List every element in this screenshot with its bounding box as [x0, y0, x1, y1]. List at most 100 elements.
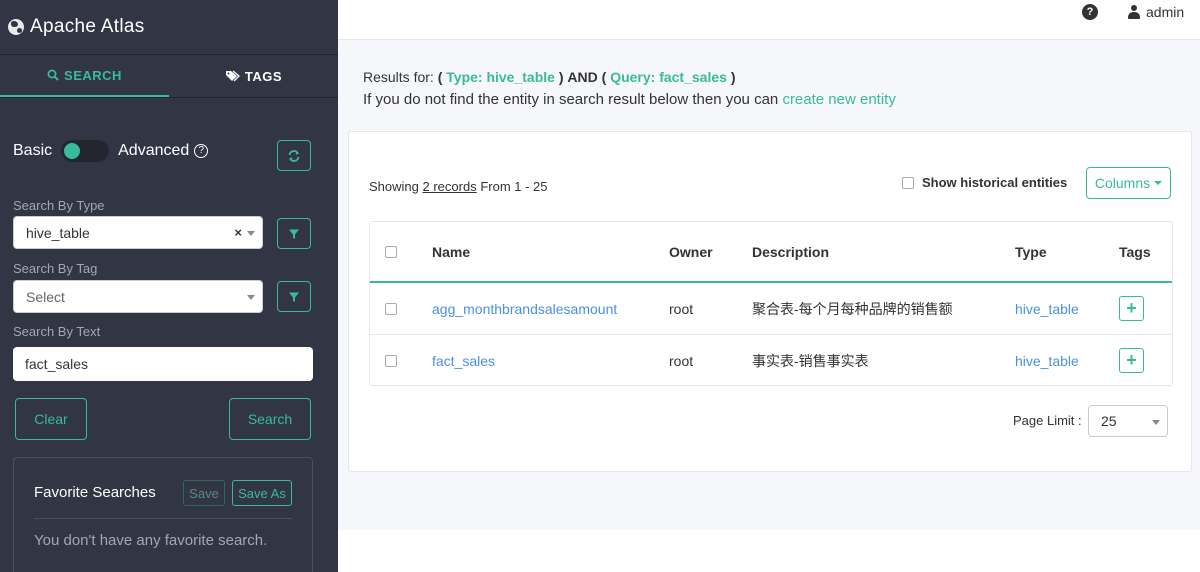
- sidebar: Apache Atlas SEARCH TAGS Basic Advanced …: [0, 0, 338, 572]
- question-icon[interactable]: ?: [194, 144, 209, 158]
- divider: [34, 518, 292, 519]
- entity-type-link[interactable]: hive_table: [1015, 335, 1079, 386]
- brand-logo[interactable]: Apache Atlas: [0, 0, 338, 55]
- tags-cell: +: [1119, 335, 1144, 386]
- type-query: Type: hive_table: [446, 69, 555, 85]
- advanced-label: Advanced: [118, 142, 190, 159]
- table-row: fact_sales root 事实表-销售事实表 hive_table +: [370, 335, 1172, 386]
- favorite-searches-title: Favorite Searches: [34, 484, 156, 501]
- tab-search-label: SEARCH: [64, 67, 122, 83]
- username: admin: [1146, 4, 1185, 20]
- tag-select[interactable]: Select: [13, 280, 263, 313]
- tab-search[interactable]: SEARCH: [0, 55, 169, 97]
- type-select[interactable]: hive_table ×: [13, 216, 263, 249]
- filter-icon: [289, 292, 299, 302]
- add-tag-button[interactable]: +: [1119, 348, 1144, 373]
- entity-name-link[interactable]: fact_sales: [432, 335, 495, 386]
- select-all-checkbox[interactable]: [385, 245, 397, 258]
- row-checkbox-cell: [385, 283, 397, 334]
- user-icon: [1128, 5, 1140, 19]
- row-checkbox[interactable]: [385, 302, 397, 315]
- search-icon: [47, 69, 59, 81]
- favorites-empty-text: You don't have any favorite search.: [34, 532, 268, 549]
- results-table: Name Owner Description Type Tags agg_mon…: [369, 221, 1173, 386]
- add-tag-button[interactable]: +: [1119, 296, 1144, 321]
- records-count-link[interactable]: 2 records: [423, 179, 477, 194]
- search-mode-toggle[interactable]: [61, 140, 110, 162]
- paren-open: (: [601, 69, 607, 85]
- content-footer-area: [338, 530, 1200, 572]
- favorite-searches-panel: Favorite Searches Save Save As You don't…: [13, 457, 313, 572]
- entity-description: 聚合表-每个月每种品牌的销售额: [752, 300, 953, 317]
- tab-tags-label: TAGS: [244, 68, 283, 84]
- type-select-value: hive_table: [26, 224, 90, 241]
- entity-name-link[interactable]: agg_monthbrandsalesamount: [432, 283, 617, 334]
- page-limit-value: 25: [1101, 413, 1117, 429]
- results-prefix: Results for:: [363, 69, 434, 85]
- globe-icon: [8, 19, 24, 35]
- and-operator: AND: [567, 69, 598, 85]
- search-by-tag-label: Search By Tag: [13, 261, 98, 276]
- save-favorite-button[interactable]: Save: [183, 480, 225, 506]
- header-type[interactable]: Type: [1015, 222, 1047, 281]
- basic-label: Basic: [13, 142, 53, 159]
- tab-tags[interactable]: TAGS: [169, 55, 338, 97]
- header-owner[interactable]: Owner: [669, 222, 713, 281]
- paren-close: ): [730, 69, 736, 85]
- showing-records: Showing 2 records From 1 - 25: [369, 179, 548, 194]
- save-as-favorite-button[interactable]: Save As: [232, 480, 292, 506]
- page-limit-select[interactable]: 25: [1088, 405, 1168, 437]
- columns-button[interactable]: Columns: [1086, 167, 1171, 199]
- caret-down-icon: [1154, 181, 1163, 185]
- refresh-icon: [288, 149, 300, 162]
- results-summary: Results for: ( Type: hive_table ) AND ( …: [363, 69, 735, 85]
- header-description[interactable]: Description: [752, 222, 829, 281]
- showing-suffix: From 1 - 25: [480, 179, 548, 194]
- search-by-text-label: Search By Text: [13, 324, 101, 339]
- clear-button[interactable]: Clear: [15, 398, 87, 440]
- tag-icon: [225, 70, 240, 82]
- type-filter-button[interactable]: [277, 218, 311, 249]
- page-limit-label: Page Limit :: [1013, 413, 1082, 428]
- historical-label: Show historical entities: [922, 175, 1068, 190]
- help-icon[interactable]: ?: [1082, 4, 1098, 20]
- tags-cell: +: [1119, 283, 1144, 334]
- chevron-down-icon: [247, 231, 255, 236]
- select-all-cell: [385, 222, 397, 281]
- refresh-button[interactable]: [277, 140, 311, 171]
- results-panel: Showing 2 records From 1 - 25 Show histo…: [348, 131, 1192, 472]
- tag-filter-button[interactable]: [277, 281, 311, 312]
- search-text-input[interactable]: [13, 347, 313, 381]
- paren-open: (: [437, 69, 443, 85]
- text-query: Query: fact_sales: [610, 69, 727, 85]
- entity-type-link[interactable]: hive_table: [1015, 283, 1079, 334]
- search-mode-row: Basic Advanced ?: [13, 140, 209, 162]
- table-row: agg_monthbrandsalesamount root 聚合表-每个月每种…: [370, 283, 1172, 335]
- columns-label: Columns: [1094, 175, 1151, 191]
- clear-type-icon[interactable]: ×: [234, 225, 242, 240]
- filter-icon: [289, 229, 299, 239]
- historical-checkbox[interactable]: [902, 176, 914, 189]
- sidebar-tabs: SEARCH TAGS: [0, 55, 338, 98]
- app-title: Apache Atlas: [30, 16, 145, 37]
- header-name[interactable]: Name: [432, 222, 470, 281]
- row-checkbox[interactable]: [385, 354, 397, 367]
- hint-text: If you do not find the entity in search …: [363, 91, 779, 108]
- entity-owner: root: [669, 352, 694, 369]
- show-historical-toggle[interactable]: Show historical entities: [902, 175, 1067, 190]
- paren-close: ): [558, 69, 564, 85]
- search-button[interactable]: Search: [229, 398, 311, 440]
- chevron-down-icon: [247, 295, 255, 300]
- create-entity-link[interactable]: create new entity: [782, 91, 895, 108]
- showing-prefix: Showing: [369, 179, 419, 194]
- create-entity-hint: If you do not find the entity in search …: [363, 91, 896, 108]
- chevron-down-icon: [1152, 420, 1160, 425]
- entity-owner: root: [669, 300, 694, 317]
- row-checkbox-cell: [385, 335, 397, 386]
- table-header: Name Owner Description Type Tags: [370, 222, 1172, 283]
- tag-select-placeholder: Select: [26, 288, 65, 305]
- search-by-type-label: Search By Type: [13, 198, 105, 213]
- header-tags: Tags: [1119, 243, 1151, 260]
- user-menu[interactable]: admin: [1128, 4, 1184, 20]
- top-header: ? admin: [338, 0, 1200, 40]
